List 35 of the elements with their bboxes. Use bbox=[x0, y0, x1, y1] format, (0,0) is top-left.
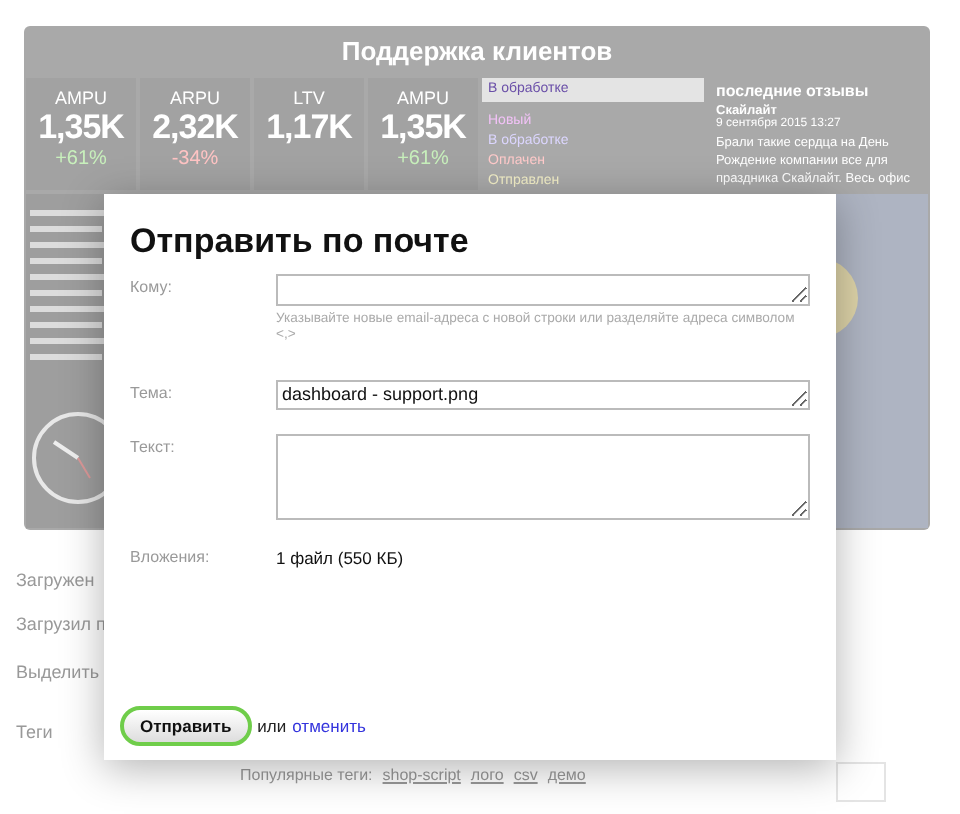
popular-tags-label: Популярные теги: bbox=[240, 766, 373, 784]
subject-field[interactable]: dashboard - support.png bbox=[276, 380, 810, 410]
dialog-title: Отправить по почте bbox=[130, 222, 471, 262]
stat-value: 1,17K bbox=[264, 108, 354, 148]
tag-link[interactable]: shop-script bbox=[382, 766, 461, 784]
stat-value: 2,32K bbox=[150, 108, 240, 148]
stat-label: LTV bbox=[291, 88, 327, 108]
field-label: Вложения: bbox=[130, 546, 212, 568]
send-button[interactable]: Отправить bbox=[120, 706, 252, 746]
stat-change: +61% bbox=[53, 148, 109, 170]
field-label: Текст: bbox=[130, 436, 177, 460]
tag-link[interactable]: лого bbox=[470, 766, 504, 784]
form-label: Загружен bbox=[16, 570, 95, 590]
stat-label: AMPU bbox=[52, 88, 109, 108]
reviews-heading: последние отзывы bbox=[716, 82, 871, 100]
field-label: Кому: bbox=[130, 276, 174, 300]
stat-value: 1,35K bbox=[36, 108, 126, 148]
recipient-field[interactable] bbox=[276, 274, 810, 306]
tags-input-field[interactable] bbox=[836, 762, 886, 802]
cancel-link[interactable]: отменить bbox=[292, 716, 366, 736]
stat-change: +61% bbox=[395, 148, 451, 170]
form-label: Выделить bbox=[16, 662, 100, 682]
dashboard-title: Поддержка клиентов bbox=[339, 34, 615, 70]
tag-link[interactable]: демо bbox=[547, 766, 586, 784]
form-label: Теги bbox=[16, 722, 53, 742]
stat-change: -34% bbox=[169, 148, 221, 170]
field-label: Тема: bbox=[130, 382, 175, 406]
stat-label: AMPU bbox=[394, 88, 451, 108]
form-label: Загрузил п bbox=[16, 614, 106, 634]
stat-value: 1,35K bbox=[378, 108, 468, 148]
tag-link[interactable]: csv bbox=[513, 766, 538, 784]
or-text: или bbox=[257, 716, 287, 736]
message-field[interactable] bbox=[276, 434, 810, 520]
stat-label: ARPU bbox=[167, 88, 222, 108]
attachment-info: 1 файл (550 КБ) bbox=[276, 546, 406, 568]
